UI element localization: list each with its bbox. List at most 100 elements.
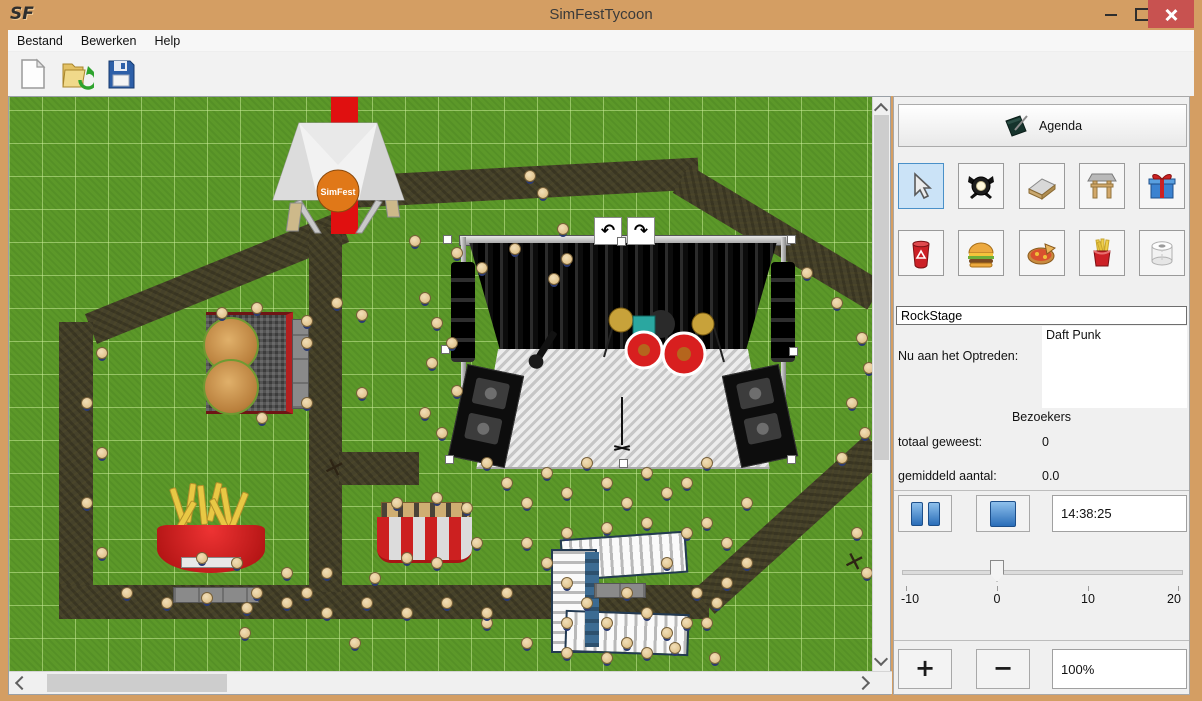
selection-handle[interactable] bbox=[787, 455, 796, 464]
close-button[interactable] bbox=[1148, 0, 1194, 28]
new-file-button[interactable] bbox=[16, 57, 50, 91]
visitor bbox=[409, 235, 421, 247]
tool-path-button[interactable] bbox=[1019, 163, 1065, 209]
zoom-out-button[interactable]: − bbox=[976, 649, 1030, 689]
visitor bbox=[621, 637, 633, 649]
tool-gate-button[interactable] bbox=[1079, 163, 1125, 209]
bench[interactable] bbox=[594, 583, 646, 598]
selection-handle[interactable] bbox=[617, 237, 626, 246]
tool-spotlight-button[interactable] bbox=[958, 163, 1004, 209]
speed-slider-thumb[interactable] bbox=[990, 560, 1004, 582]
festival-map[interactable]: SimFest ✕ ✕ bbox=[9, 97, 873, 672]
visitor bbox=[401, 552, 413, 564]
scroll-down-icon[interactable] bbox=[874, 652, 888, 666]
save-file-button[interactable] bbox=[104, 57, 138, 91]
canvas-horizontal-scrollbar[interactable] bbox=[9, 671, 892, 694]
fries-stand[interactable] bbox=[157, 485, 265, 575]
tool-row-2 bbox=[898, 230, 1185, 276]
tool-burger-button[interactable] bbox=[958, 230, 1004, 276]
visitor bbox=[641, 607, 653, 619]
minimize-button[interactable] bbox=[1096, 0, 1126, 28]
separator bbox=[894, 640, 1189, 641]
visitor bbox=[846, 397, 858, 409]
visitor bbox=[301, 587, 313, 599]
rotate-right-button[interactable]: ↷ bbox=[627, 217, 655, 245]
scroll-left-icon[interactable] bbox=[15, 676, 29, 690]
visitor bbox=[201, 592, 213, 604]
tool-toilet-button[interactable] bbox=[1139, 230, 1185, 276]
bench[interactable] bbox=[173, 587, 259, 603]
visitor bbox=[501, 477, 513, 489]
fries-icon bbox=[1087, 237, 1117, 269]
visitor bbox=[561, 487, 573, 499]
festival-canvas[interactable]: SimFest ✕ ✕ bbox=[8, 96, 891, 695]
visitor bbox=[537, 187, 549, 199]
new-document-icon bbox=[18, 58, 48, 90]
menu-bestand[interactable]: Bestand bbox=[8, 34, 72, 48]
visitor bbox=[431, 317, 443, 329]
visitor bbox=[661, 487, 673, 499]
selection-handle[interactable] bbox=[787, 235, 796, 244]
bench[interactable] bbox=[292, 319, 309, 409]
visitor bbox=[321, 567, 333, 579]
selection-handle[interactable] bbox=[445, 455, 454, 464]
stage-name-input[interactable] bbox=[896, 306, 1187, 325]
horizontal-scroll-thumb[interactable] bbox=[47, 674, 227, 692]
open-file-button[interactable] bbox=[60, 57, 94, 91]
visitor bbox=[301, 397, 313, 409]
agenda-button[interactable]: Agenda bbox=[898, 104, 1187, 147]
visitor bbox=[481, 607, 493, 619]
visitor bbox=[601, 617, 613, 629]
visitor bbox=[741, 497, 753, 509]
selection-handle[interactable] bbox=[789, 347, 798, 356]
visitor bbox=[641, 467, 653, 479]
vertical-scroll-thumb[interactable] bbox=[874, 115, 889, 460]
save-floppy-icon bbox=[106, 58, 136, 90]
menu-help[interactable]: Help bbox=[145, 34, 189, 48]
visitor bbox=[621, 587, 633, 599]
tool-select-button[interactable] bbox=[898, 163, 944, 209]
visitor bbox=[741, 557, 753, 569]
app-window: SF SimFestTycoon Bestand Bewerken Help bbox=[0, 0, 1202, 701]
speed-slider-track[interactable] bbox=[902, 570, 1183, 575]
main-stage[interactable]: ↶ ↷ bbox=[449, 227, 794, 472]
gift-icon bbox=[1146, 170, 1178, 202]
visitor bbox=[669, 642, 681, 654]
stop-icon bbox=[990, 501, 1016, 527]
visitor bbox=[419, 292, 431, 304]
visitor bbox=[356, 387, 368, 399]
pizza-icon bbox=[1025, 238, 1059, 268]
pause-button[interactable] bbox=[898, 495, 952, 532]
visitor bbox=[391, 497, 403, 509]
visitor bbox=[561, 253, 573, 265]
visitor bbox=[446, 337, 458, 349]
tool-pizza-button[interactable] bbox=[1019, 230, 1065, 276]
visitor bbox=[436, 427, 448, 439]
selection-handle[interactable] bbox=[443, 235, 452, 244]
visitor bbox=[521, 537, 533, 549]
visitor bbox=[161, 597, 173, 609]
zoom-in-button[interactable]: + bbox=[898, 649, 952, 689]
entrance-gate-icon bbox=[1086, 170, 1118, 202]
canvas-vertical-scrollbar[interactable] bbox=[872, 97, 890, 672]
tick-label: -10 bbox=[901, 592, 919, 606]
stop-button[interactable] bbox=[976, 495, 1030, 532]
visitor bbox=[701, 457, 713, 469]
visitor bbox=[301, 315, 313, 327]
visitor bbox=[96, 547, 108, 559]
tool-fries-button[interactable] bbox=[1079, 230, 1125, 276]
burger-icon bbox=[965, 238, 997, 268]
scroll-right-icon[interactable] bbox=[856, 676, 870, 690]
menu-bewerken[interactable]: Bewerken bbox=[72, 34, 146, 48]
visitor bbox=[331, 297, 343, 309]
tool-gift-button[interactable] bbox=[1139, 163, 1185, 209]
entrance-tent[interactable]: SimFest bbox=[271, 105, 406, 235]
tool-trashcan-button[interactable] bbox=[898, 230, 944, 276]
minimize-icon bbox=[1105, 14, 1117, 16]
dirt-path bbox=[59, 322, 93, 607]
pizza-stand[interactable] bbox=[377, 502, 472, 560]
selection-handle[interactable] bbox=[619, 459, 628, 468]
mic-stand bbox=[621, 397, 623, 445]
visitor bbox=[431, 557, 443, 569]
visitor bbox=[251, 587, 263, 599]
